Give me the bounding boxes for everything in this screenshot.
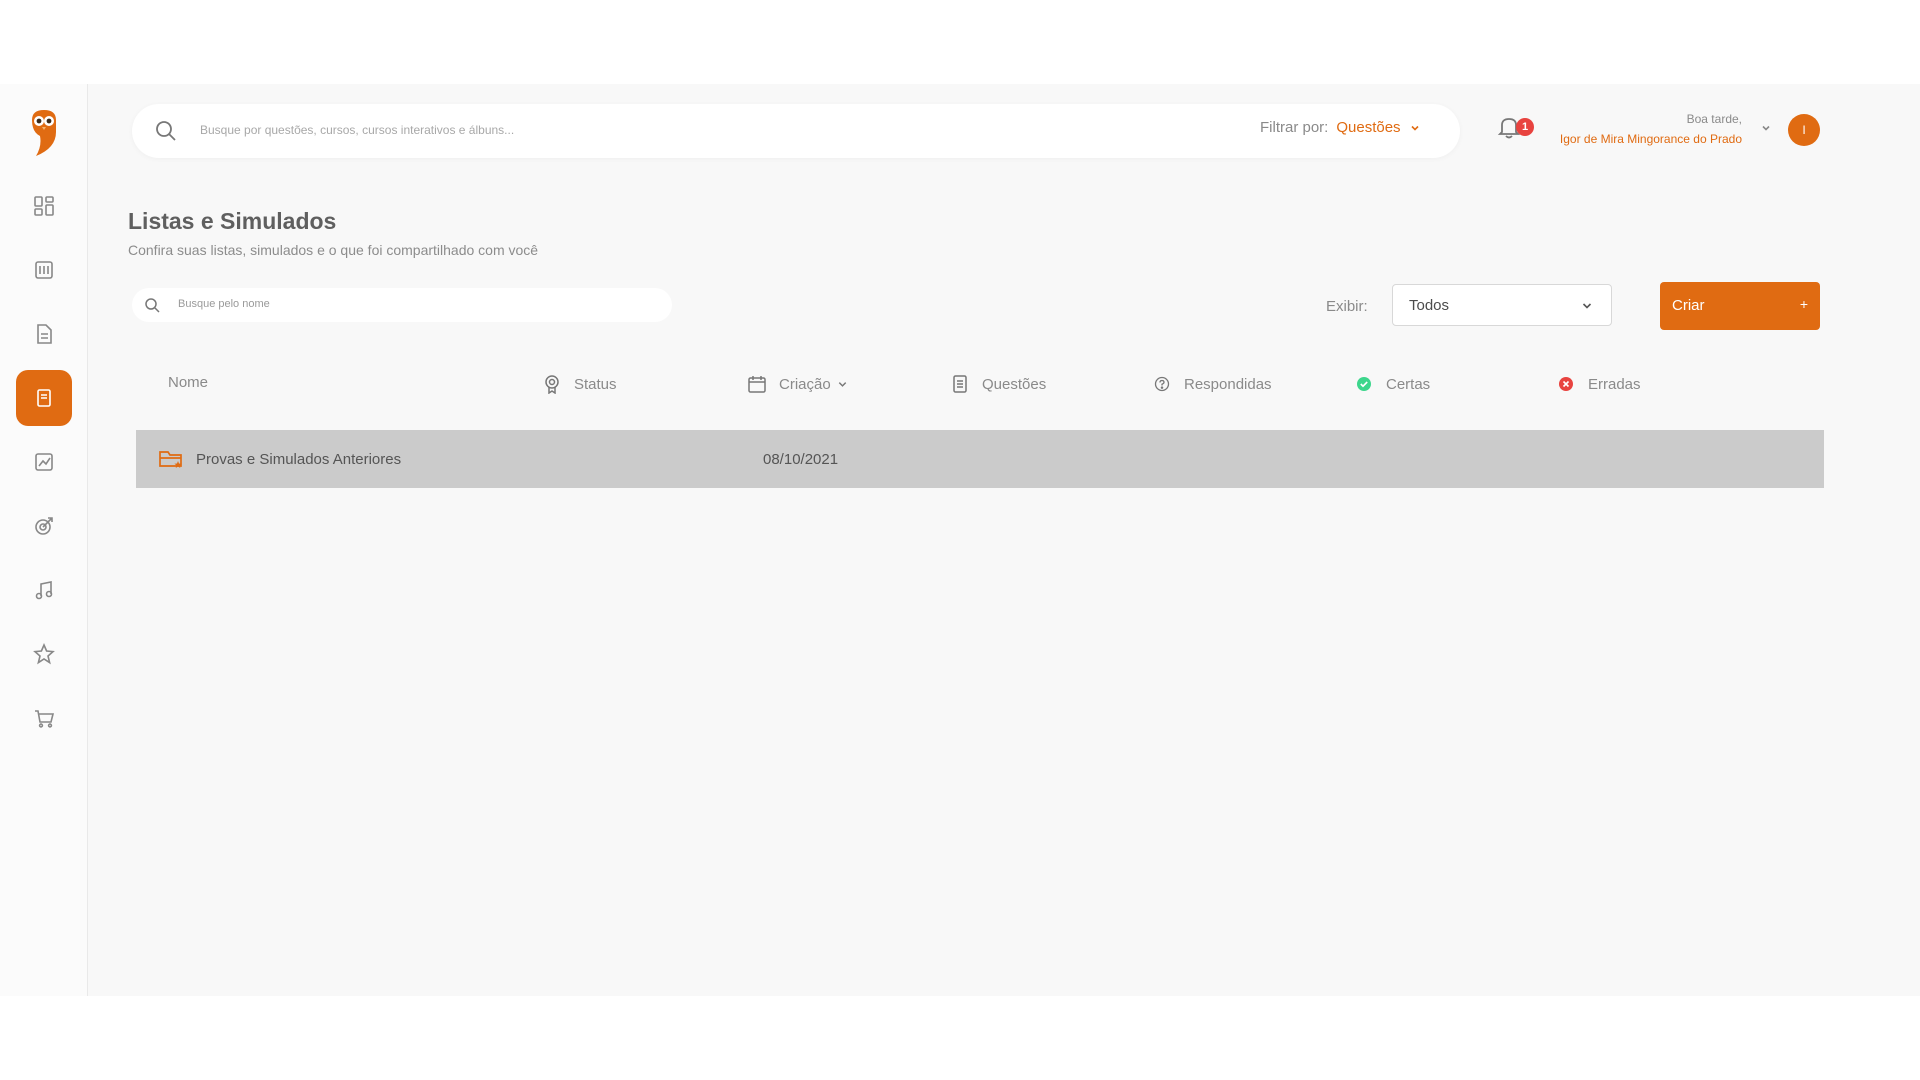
sidebar-item-courses[interactable] bbox=[16, 242, 72, 298]
notification-badge: 1 bbox=[1516, 118, 1534, 136]
column-header-wrong[interactable]: Erradas bbox=[1556, 374, 1641, 394]
badge-icon bbox=[545, 375, 559, 394]
column-header-status[interactable]: Status bbox=[542, 374, 617, 394]
sidebar-item-lists[interactable] bbox=[16, 370, 72, 426]
global-search-input[interactable]: Busque por questões, cursos, cursos inte… bbox=[200, 123, 514, 137]
sidebar-item-documents[interactable] bbox=[16, 306, 72, 362]
table-row[interactable]: Provas e Simulados Anteriores 08/10/2021 bbox=[136, 430, 1824, 488]
list-icon bbox=[953, 375, 967, 393]
owl-logo-icon[interactable] bbox=[28, 106, 60, 158]
sidebar-item-favorites[interactable] bbox=[16, 626, 72, 682]
app-shell: Busque por questões, cursos, cursos inte… bbox=[0, 84, 1920, 996]
sidebar bbox=[0, 84, 88, 996]
folder-star-icon bbox=[159, 451, 182, 468]
column-header-questions[interactable]: Questões bbox=[950, 374, 1046, 394]
name-search-input[interactable]: Busque pelo nome bbox=[132, 288, 672, 322]
user-greeting[interactable]: Boa tarde, Igor de Mira Mingorance do Pr… bbox=[1560, 112, 1742, 146]
sidebar-item-dashboard[interactable] bbox=[16, 178, 72, 234]
exibir-label: Exibir: bbox=[1326, 298, 1368, 315]
sidebar-item-performance[interactable] bbox=[16, 434, 72, 490]
column-label: Questões bbox=[982, 375, 1047, 393]
x-circle-icon bbox=[1559, 377, 1573, 391]
row-created-date: 08/10/2021 bbox=[763, 451, 839, 468]
filter-label: Filtrar por: bbox=[1260, 119, 1329, 136]
row-name[interactable]: Provas e Simulados Anteriores bbox=[196, 451, 401, 468]
music-icon bbox=[35, 581, 53, 600]
name-search-placeholder: Busque pelo nome bbox=[178, 298, 270, 310]
chart-icon bbox=[35, 453, 53, 471]
create-button[interactable]: Criar + bbox=[1660, 282, 1820, 330]
chevron-down-icon bbox=[1582, 303, 1592, 309]
chevron-down-icon[interactable] bbox=[1760, 122, 1772, 134]
column-label: Status bbox=[574, 375, 617, 393]
sidebar-item-goals[interactable] bbox=[16, 498, 72, 554]
sidebar-item-store[interactable] bbox=[16, 690, 72, 746]
column-label: Erradas bbox=[1588, 375, 1641, 393]
exibir-value: Todos bbox=[1409, 297, 1450, 314]
calendar-icon bbox=[748, 376, 766, 393]
page-subtitle: Confira suas listas, simulados e o que f… bbox=[128, 242, 539, 258]
column-label: Certas bbox=[1386, 375, 1431, 393]
chevron-down-icon bbox=[838, 381, 846, 387]
search-icon bbox=[145, 298, 160, 313]
chevron-down-icon bbox=[1410, 125, 1419, 131]
filter-value[interactable]: Questões bbox=[1336, 119, 1400, 136]
book-icon bbox=[35, 261, 53, 279]
question-circle-icon bbox=[1154, 376, 1170, 392]
document-icon bbox=[37, 324, 52, 344]
exibir-select[interactable]: Todos bbox=[1392, 284, 1612, 326]
global-search-bar[interactable]: Busque por questões, cursos, cursos inte… bbox=[132, 104, 1460, 158]
user-name[interactable]: Igor de Mira Mingorance do Prado bbox=[1560, 132, 1742, 146]
check-circle-icon bbox=[1357, 377, 1371, 391]
star-icon bbox=[33, 643, 55, 665]
filter-dropdown[interactable]: Filtrar por: Questões bbox=[1260, 119, 1421, 136]
plus-icon: + bbox=[1799, 296, 1808, 312]
column-header-name[interactable]: Nome bbox=[168, 374, 208, 391]
sidebar-item-music[interactable] bbox=[16, 562, 72, 618]
avatar[interactable]: I bbox=[1788, 114, 1820, 146]
page-title: Listas e Simulados bbox=[128, 208, 337, 234]
target-icon bbox=[35, 517, 53, 535]
column-header-correct[interactable]: Certas bbox=[1354, 374, 1430, 394]
column-header-created[interactable]: Criação bbox=[747, 374, 848, 394]
dashboard-icon bbox=[34, 196, 54, 216]
create-button-label: Criar bbox=[1672, 297, 1705, 314]
column-label: Respondidas bbox=[1184, 375, 1272, 393]
column-label: Criação bbox=[779, 375, 831, 393]
column-header-answered[interactable]: Respondidas bbox=[1152, 374, 1272, 394]
cart-icon bbox=[35, 710, 55, 728]
greeting-text: Boa tarde, bbox=[1686, 112, 1742, 126]
search-icon bbox=[156, 121, 176, 141]
column-label: Nome bbox=[168, 374, 209, 391]
lists-icon bbox=[37, 389, 51, 407]
